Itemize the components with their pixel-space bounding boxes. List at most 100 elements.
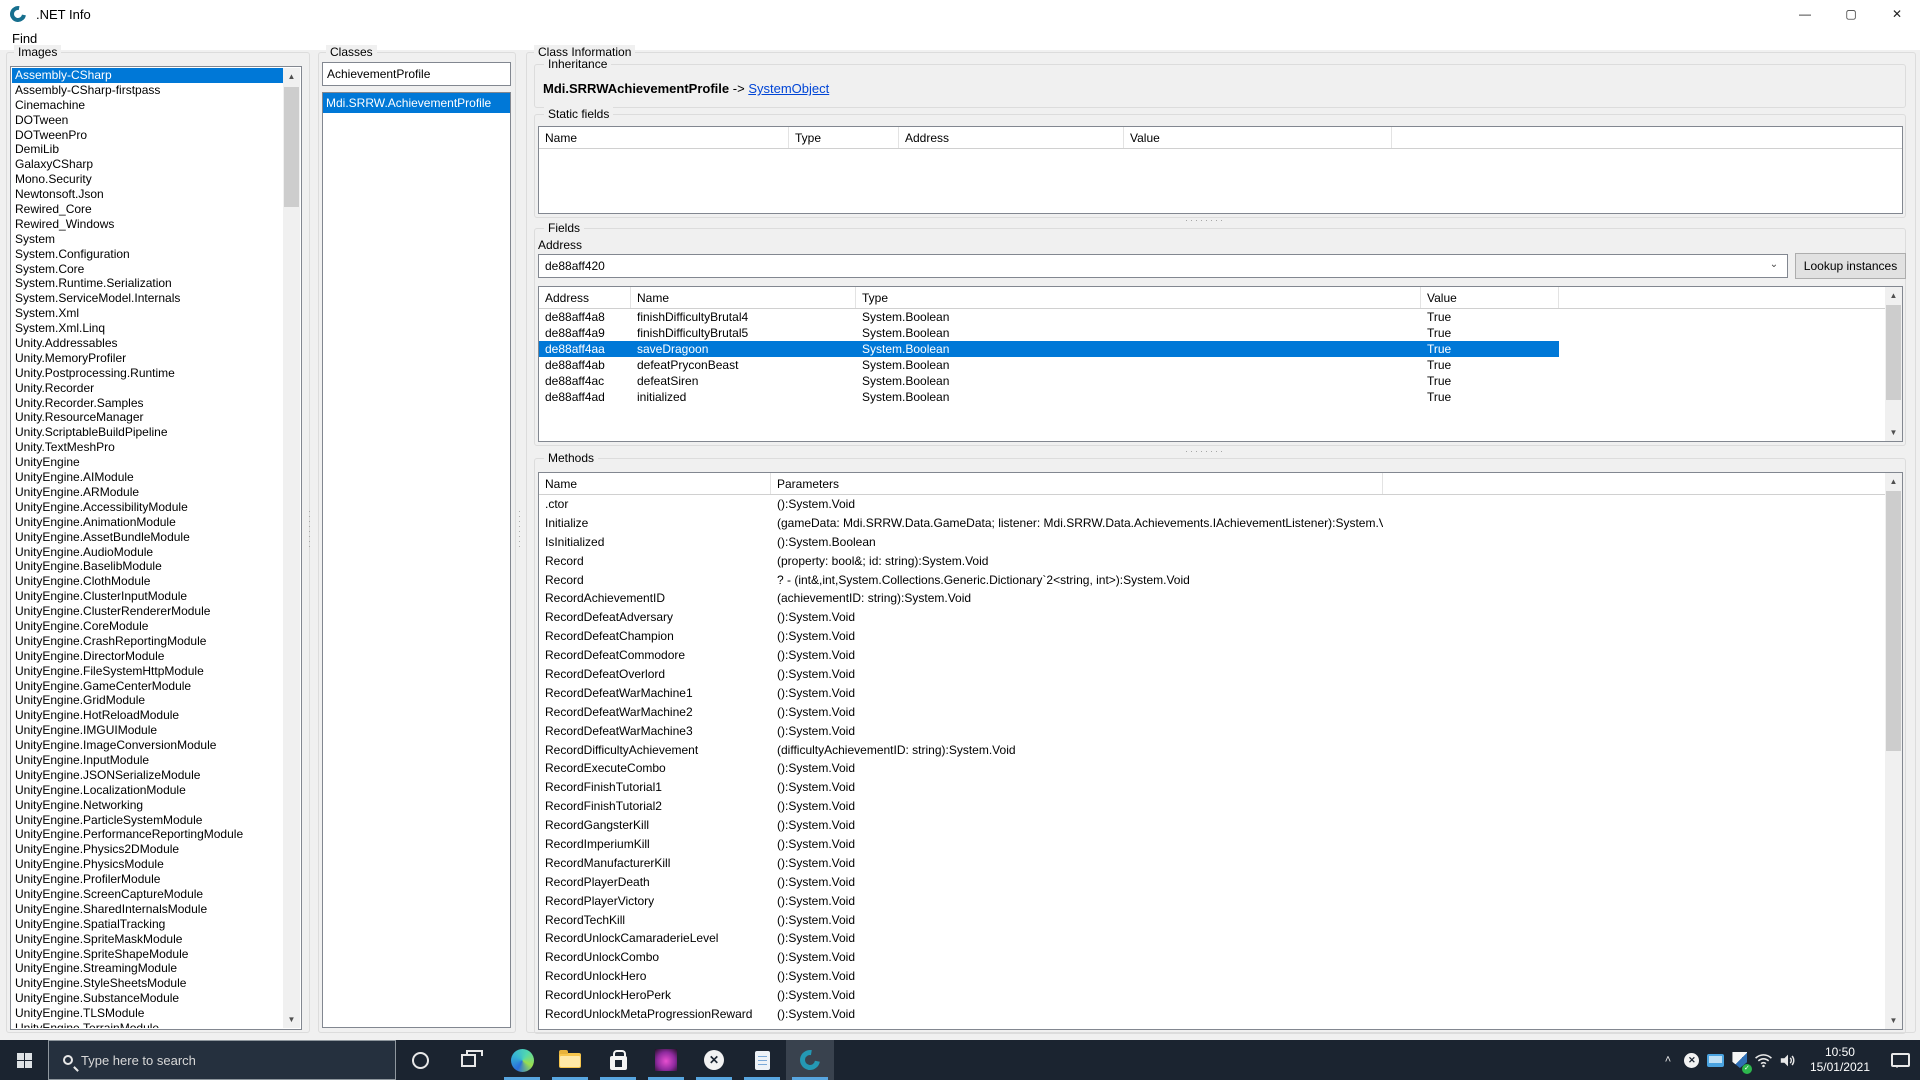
column-header-parameters[interactable]: Parameters <box>771 473 1383 494</box>
list-item[interactable]: Unity.Recorder <box>12 381 283 396</box>
list-item[interactable]: UnityEngine.ProfilerModule <box>12 872 283 887</box>
taskbar-app-file-explorer[interactable] <box>546 1040 594 1080</box>
taskbar-app-store[interactable] <box>594 1040 642 1080</box>
list-item[interactable]: Assembly-CSharp <box>12 68 283 83</box>
list-item[interactable]: UnityEngine.SpriteShapeModule <box>12 947 283 962</box>
scroll-down-icon[interactable]: ▼ <box>283 1011 300 1028</box>
list-item[interactable]: UnityEngine.GridModule <box>12 693 283 708</box>
menu-item-find[interactable]: Find <box>8 31 41 46</box>
table-row[interactable]: RecordDefeatWarMachine1 ():System.Void <box>539 684 1884 703</box>
scrollbar-thumb[interactable] <box>1886 305 1901 400</box>
table-row[interactable]: RecordGangsterKill ():System.Void <box>539 816 1884 835</box>
task-view-button[interactable] <box>444 1040 492 1080</box>
maximize-button[interactable]: ▢ <box>1828 0 1874 28</box>
images-listbox[interactable]: Assembly-CSharpAssembly-CSharp-firstpass… <box>10 66 302 1030</box>
table-row[interactable]: RecordImperiumKill ():System.Void <box>539 835 1884 854</box>
table-row[interactable]: RecordDefeatAdversary ():System.Void <box>539 608 1884 627</box>
list-item[interactable]: Unity.TextMeshPro <box>12 440 283 455</box>
list-item[interactable]: Unity.ResourceManager <box>12 410 283 425</box>
list-item[interactable]: UnityEngine.DirectorModule <box>12 649 283 664</box>
list-item[interactable]: UnityEngine.LocalizationModule <box>12 783 283 798</box>
taskbar-app-notepad[interactable] <box>738 1040 786 1080</box>
close-button[interactable]: ✕ <box>1874 0 1920 28</box>
list-item[interactable]: DemiLib <box>12 142 283 157</box>
table-row[interactable]: RecordAchievementID (achievementID: stri… <box>539 589 1884 608</box>
fields-scrollbar[interactable]: ▲ ▼ <box>1885 287 1902 441</box>
scroll-up-icon[interactable]: ▲ <box>1885 287 1902 304</box>
classes-listbox[interactable]: Mdi.SRRW.AchievementProfile <box>322 92 511 1028</box>
taskbar-app-xbox[interactable]: ✕ <box>690 1040 738 1080</box>
tray-xbox[interactable]: ✕ <box>1680 1040 1704 1080</box>
list-item[interactable]: UnityEngine.AnimationModule <box>12 515 283 530</box>
tray-security[interactable]: ✓ <box>1728 1040 1752 1080</box>
list-item[interactable]: UnityEngine.JSONSerializeModule <box>12 768 283 783</box>
table-row[interactable]: RecordExecuteCombo ():System.Void <box>539 759 1884 778</box>
class-filter-input[interactable] <box>322 62 511 86</box>
taskbar-app-game[interactable] <box>642 1040 690 1080</box>
cortana-button[interactable] <box>396 1040 444 1080</box>
list-item[interactable]: UnityEngine.AssetBundleModule <box>12 530 283 545</box>
scroll-down-icon[interactable]: ▼ <box>1885 1012 1902 1029</box>
list-item[interactable]: UnityEngine.ClusterInputModule <box>12 589 283 604</box>
list-item[interactable]: Mono.Security <box>12 172 283 187</box>
base-class-link[interactable]: SystemObject <box>748 81 829 96</box>
list-item[interactable]: Rewired_Windows <box>12 217 283 232</box>
images-scrollbar[interactable]: ▲ ▼ <box>283 68 300 1028</box>
list-item[interactable]: UnityEngine.StyleSheetsModule <box>12 976 283 991</box>
list-item[interactable]: Cinemachine <box>12 98 283 113</box>
list-item[interactable]: System.Runtime.Serialization <box>12 276 283 291</box>
list-item[interactable]: Mdi.SRRW.AchievementProfile <box>323 93 510 113</box>
table-row[interactable]: de88aff4aa saveDragoon System.Boolean Tr… <box>539 341 1902 357</box>
list-item[interactable]: System.Xml.Linq <box>12 321 283 336</box>
list-item[interactable]: UnityEngine.SubstanceModule <box>12 991 283 1006</box>
list-item[interactable]: UnityEngine.IMGUIModule <box>12 723 283 738</box>
table-row[interactable]: Record ? - (int&,int,System.Collections.… <box>539 571 1884 590</box>
table-row[interactable]: RecordDefeatOverlord ():System.Void <box>539 665 1884 684</box>
list-item[interactable]: UnityEngine.ClusterRendererModule <box>12 604 283 619</box>
list-item[interactable]: UnityEngine.CoreModule <box>12 619 283 634</box>
list-item[interactable]: UnityEngine.SpatialTracking <box>12 917 283 932</box>
table-row[interactable]: RecordDefeatWarMachine3 ():System.Void <box>539 722 1884 741</box>
list-item[interactable]: Unity.ScriptableBuildPipeline <box>12 425 283 440</box>
chevron-down-icon[interactable]: ⌄ <box>1763 255 1785 277</box>
list-item[interactable]: UnityEngine.ScreenCaptureModule <box>12 887 283 902</box>
column-header-value[interactable]: Value <box>1421 287 1559 308</box>
list-item[interactable]: Unity.Postprocessing.Runtime <box>12 366 283 381</box>
taskbar-clock[interactable]: 10:50 15/01/2021 <box>1800 1045 1880 1075</box>
table-row[interactable]: RecordDefeatWarMachine2 ():System.Void <box>539 703 1884 722</box>
scroll-up-icon[interactable]: ▲ <box>283 68 300 85</box>
tray-volume[interactable] <box>1776 1040 1800 1080</box>
table-row[interactable]: RecordManufacturerKill ():System.Void <box>539 854 1884 873</box>
column-header-type[interactable]: Type <box>856 287 1421 308</box>
table-row[interactable]: de88aff4ac defeatSiren System.Boolean Tr… <box>539 373 1902 389</box>
lookup-instances-button[interactable]: Lookup instances <box>1795 253 1906 279</box>
scroll-up-icon[interactable]: ▲ <box>1885 473 1902 490</box>
scrollbar-thumb[interactable] <box>284 87 299 207</box>
list-item[interactable]: UnityEngine.AIModule <box>12 470 283 485</box>
list-item[interactable]: UnityEngine.AccessibilityModule <box>12 500 283 515</box>
table-row[interactable]: Record (property: bool&; id: string):Sys… <box>539 552 1884 571</box>
list-item[interactable]: UnityEngine.Physics2DModule <box>12 842 283 857</box>
list-item[interactable]: DOTween <box>12 113 283 128</box>
list-item[interactable]: UnityEngine.ParticleSystemModule <box>12 813 283 828</box>
column-header-type[interactable]: Type <box>789 127 899 148</box>
table-row[interactable]: RecordDefeatChampion ():System.Void <box>539 627 1884 646</box>
table-row[interactable]: RecordUnlockMetaProgressionReward ():Sys… <box>539 1005 1884 1024</box>
list-item[interactable]: UnityEngine.TLSModule <box>12 1006 283 1021</box>
table-row[interactable]: RecordUnlockHero ():System.Void <box>539 967 1884 986</box>
table-row[interactable]: RecordFinishTutorial1 ():System.Void <box>539 778 1884 797</box>
list-item[interactable]: UnityEngine.FileSystemHttpModule <box>12 664 283 679</box>
list-item[interactable]: UnityEngine.SharedInternalsModule <box>12 902 283 917</box>
fields-table[interactable]: Address Name Type Value de88aff4a8 finis… <box>538 286 1903 442</box>
static-fields-table[interactable]: Name Type Address Value <box>538 126 1903 214</box>
taskbar-search[interactable] <box>48 1040 396 1080</box>
list-item[interactable]: UnityEngine.Networking <box>12 798 283 813</box>
table-row[interactable]: RecordUnlockReward ():System.Void <box>539 1024 1884 1028</box>
methods-scrollbar[interactable]: ▲ ▼ <box>1885 473 1902 1029</box>
list-item[interactable]: UnityEngine.SpriteMaskModule <box>12 932 283 947</box>
horizontal-splitter[interactable]: ········ <box>1185 215 1225 225</box>
list-item[interactable]: UnityEngine.PerformanceReportingModule <box>12 827 283 842</box>
table-row[interactable]: RecordTechKill ():System.Void <box>539 911 1884 930</box>
panel-splitter[interactable]: ········ <box>308 510 312 550</box>
list-item[interactable]: System.Configuration <box>12 247 283 262</box>
